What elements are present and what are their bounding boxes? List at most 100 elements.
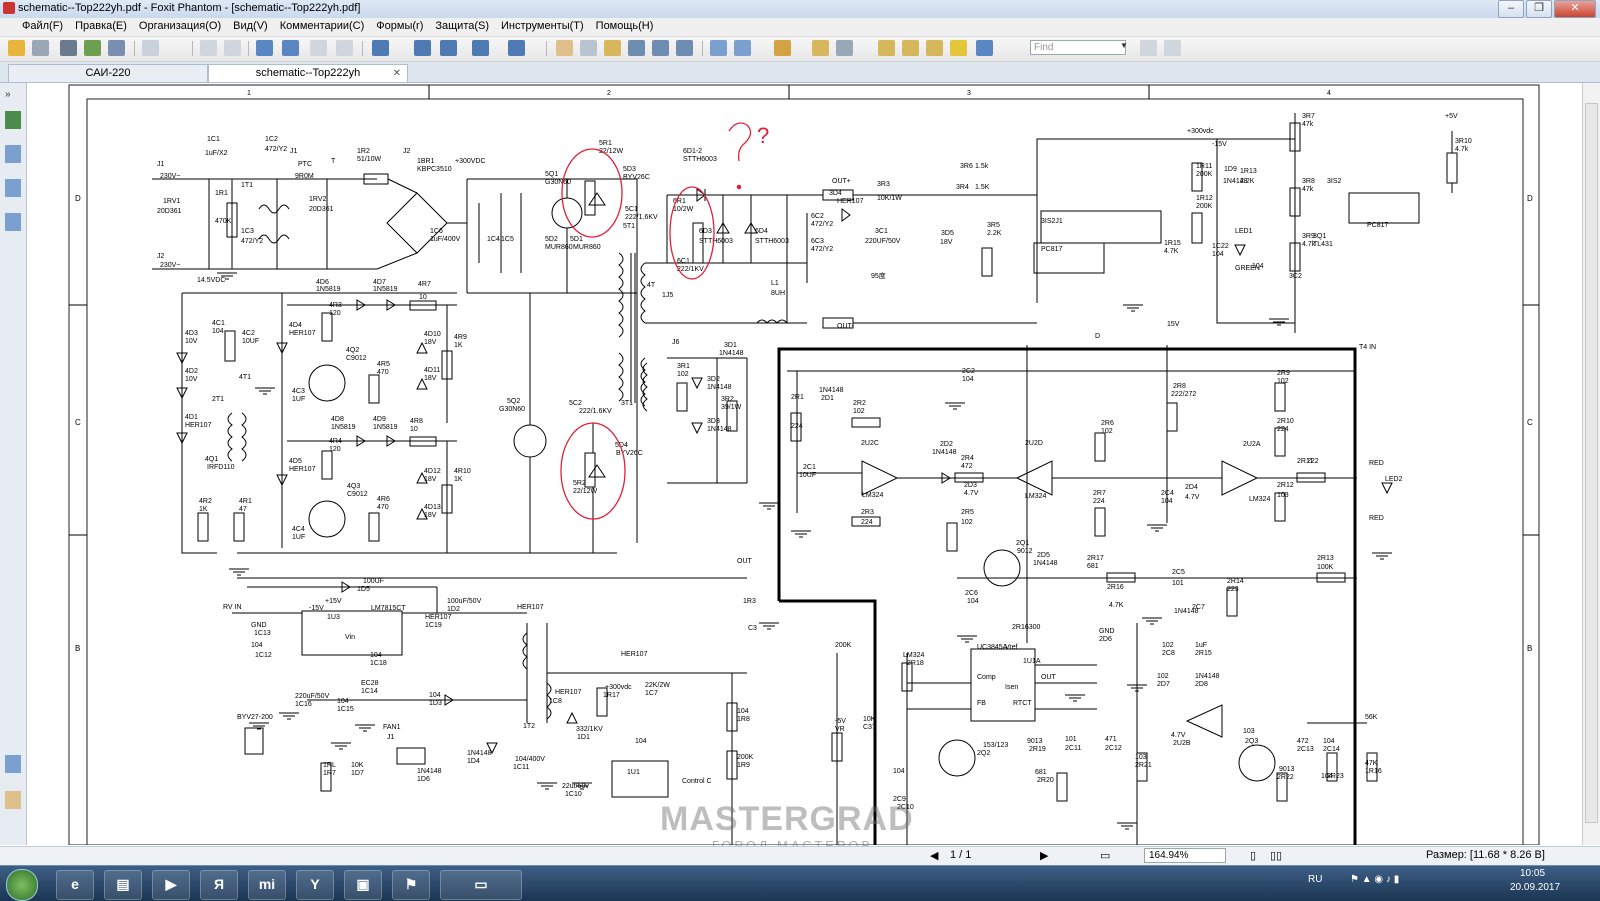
layers-icon[interactable] (5, 179, 21, 197)
form-icon[interactable] (902, 40, 919, 56)
binoculars-icon[interactable] (628, 40, 645, 56)
comments-panel-icon[interactable] (5, 213, 21, 231)
snapshot-icon[interactable] (676, 40, 693, 56)
minimize-button[interactable]: – (1498, 0, 1524, 18)
typewriter-icon[interactable] (710, 40, 727, 56)
search-icon[interactable] (652, 40, 669, 56)
bookmarks-icon[interactable] (5, 111, 21, 129)
menu-organize[interactable]: Организация(O) (133, 18, 227, 36)
select-text-icon[interactable] (580, 40, 597, 56)
menu-protect[interactable]: Защита(S) (429, 18, 495, 36)
yandex-browser-icon[interactable]: Y (296, 870, 334, 900)
component-label: 4C4 (292, 526, 305, 533)
zoom-level[interactable]: 164.94% (1144, 848, 1226, 863)
media-player-icon[interactable]: ▶ (152, 870, 190, 900)
component-label: 153/123 (983, 742, 1008, 749)
page-icon[interactable] (256, 40, 273, 56)
close-tab-icon[interactable]: ✕ (393, 65, 401, 82)
fit-width-icon[interactable] (440, 40, 457, 56)
fit-page-icon[interactable] (414, 40, 431, 56)
clock-time[interactable]: 10:05 (1520, 868, 1545, 879)
close-button[interactable]: ✕ (1554, 0, 1596, 18)
lock-icon[interactable] (836, 40, 853, 56)
upload-icon[interactable] (142, 40, 159, 56)
select-icon[interactable] (604, 40, 621, 56)
menu-comments[interactable]: Комментарии(C) (274, 18, 371, 36)
save-icon[interactable] (32, 40, 49, 56)
document-view[interactable]: J1 230V~ J2 230V~ 1C1 1uF/X2 1RV1 20D361 1R1 470K… (27, 83, 1582, 845)
arrow-icon[interactable] (976, 40, 993, 56)
find-prev-icon[interactable] (1140, 40, 1157, 56)
component-label: 2C6 (965, 590, 978, 597)
single-page-icon[interactable]: ▯ (1250, 849, 1256, 862)
component-label: 4C1 (212, 320, 225, 327)
scan-icon[interactable] (108, 40, 125, 56)
email-icon[interactable] (84, 40, 101, 56)
zoom-out-icon[interactable] (472, 40, 489, 56)
maximize-button[interactable]: ❐ (1526, 0, 1552, 18)
language-indicator[interactable]: RU (1308, 874, 1322, 885)
menu-help[interactable]: Помощь(H) (590, 18, 660, 36)
forward-icon[interactable] (224, 40, 241, 56)
page-indicator[interactable]: 1 / 1 (950, 849, 971, 861)
two-page-icon[interactable]: ▯▯ (1270, 849, 1282, 862)
component-label: 200K (835, 642, 852, 649)
back-icon[interactable] (200, 40, 217, 56)
component-label: 2D5 (1037, 552, 1050, 559)
find-next-icon[interactable] (1164, 40, 1181, 56)
view-mode-icon[interactable]: ▭ (1100, 849, 1110, 862)
pages-icon[interactable] (282, 40, 299, 56)
find-input[interactable]: Find (1030, 40, 1126, 55)
zoom-icon[interactable] (372, 40, 389, 56)
component-label: 22uf/50v (562, 783, 589, 790)
redo-icon[interactable] (336, 40, 353, 56)
tab-sai220[interactable]: САИ-220 (8, 64, 208, 82)
menu-file[interactable]: Файл(F) (0, 18, 69, 36)
tray-icons[interactable]: ⚑ ▲ ◉ ♪ ▮ (1350, 874, 1399, 885)
component-label: LED2 (1385, 476, 1403, 483)
clock-date[interactable]: 20.09.2017 (1510, 882, 1560, 893)
component-label: T4 IN (1359, 344, 1376, 351)
yandex-icon[interactable]: Я (200, 870, 238, 900)
zoom-in-icon[interactable] (508, 40, 525, 56)
hand-icon[interactable] (556, 40, 573, 56)
start-button[interactable] (6, 869, 38, 901)
paperclip-icon[interactable] (5, 791, 21, 809)
component-label: 6C1 (677, 258, 690, 265)
find-dropdown-icon[interactable]: ▼ (1120, 41, 1128, 50)
grid-row-c: C (75, 418, 81, 427)
first-page-icon[interactable]: ◀ (930, 849, 938, 862)
component-label: 20D361 (157, 208, 182, 215)
undo-icon[interactable] (310, 40, 327, 56)
collapse-pane-icon[interactable]: » (5, 89, 21, 107)
component-label: 2R16 (1107, 584, 1124, 591)
pencil-icon[interactable] (734, 40, 751, 56)
pages-panel-icon[interactable] (5, 145, 21, 163)
component-label: 102 (1277, 378, 1289, 385)
floppy-icon[interactable]: ▣ (344, 870, 382, 900)
menu-forms[interactable]: Формы(r) (370, 18, 429, 36)
menu-tools[interactable]: Инструменты(T) (495, 18, 590, 36)
sign-icon[interactable] (812, 40, 829, 56)
active-window-icon[interactable]: ▭ (440, 870, 522, 900)
print-icon[interactable] (60, 40, 77, 56)
ie-icon[interactable]: e (56, 870, 94, 900)
text-field-icon[interactable] (926, 40, 943, 56)
scroll-thumb[interactable] (1585, 103, 1598, 823)
vertical-scrollbar[interactable] (1582, 83, 1600, 845)
mi-icon[interactable]: mi (248, 870, 286, 900)
open-icon[interactable] (8, 40, 25, 56)
foxit-icon[interactable]: ⚑ (392, 870, 430, 900)
component-label: 2R10 (1277, 418, 1294, 425)
next-page-icon[interactable]: ▶ (1040, 849, 1048, 862)
component-label: FB (977, 700, 986, 707)
menu-view[interactable]: Вид(V) (227, 18, 274, 36)
explorer-icon[interactable]: ▤ (104, 870, 142, 900)
menu-edit[interactable]: Правка(E) (69, 18, 133, 36)
edit-icon[interactable] (878, 40, 895, 56)
tab-schematic[interactable]: schematic--Top222yh ✕ (208, 64, 408, 82)
stamp-icon[interactable] (774, 40, 791, 56)
component-label: 4Q1 (205, 456, 218, 463)
attachments-icon[interactable] (5, 755, 21, 773)
note-icon[interactable] (950, 40, 967, 56)
